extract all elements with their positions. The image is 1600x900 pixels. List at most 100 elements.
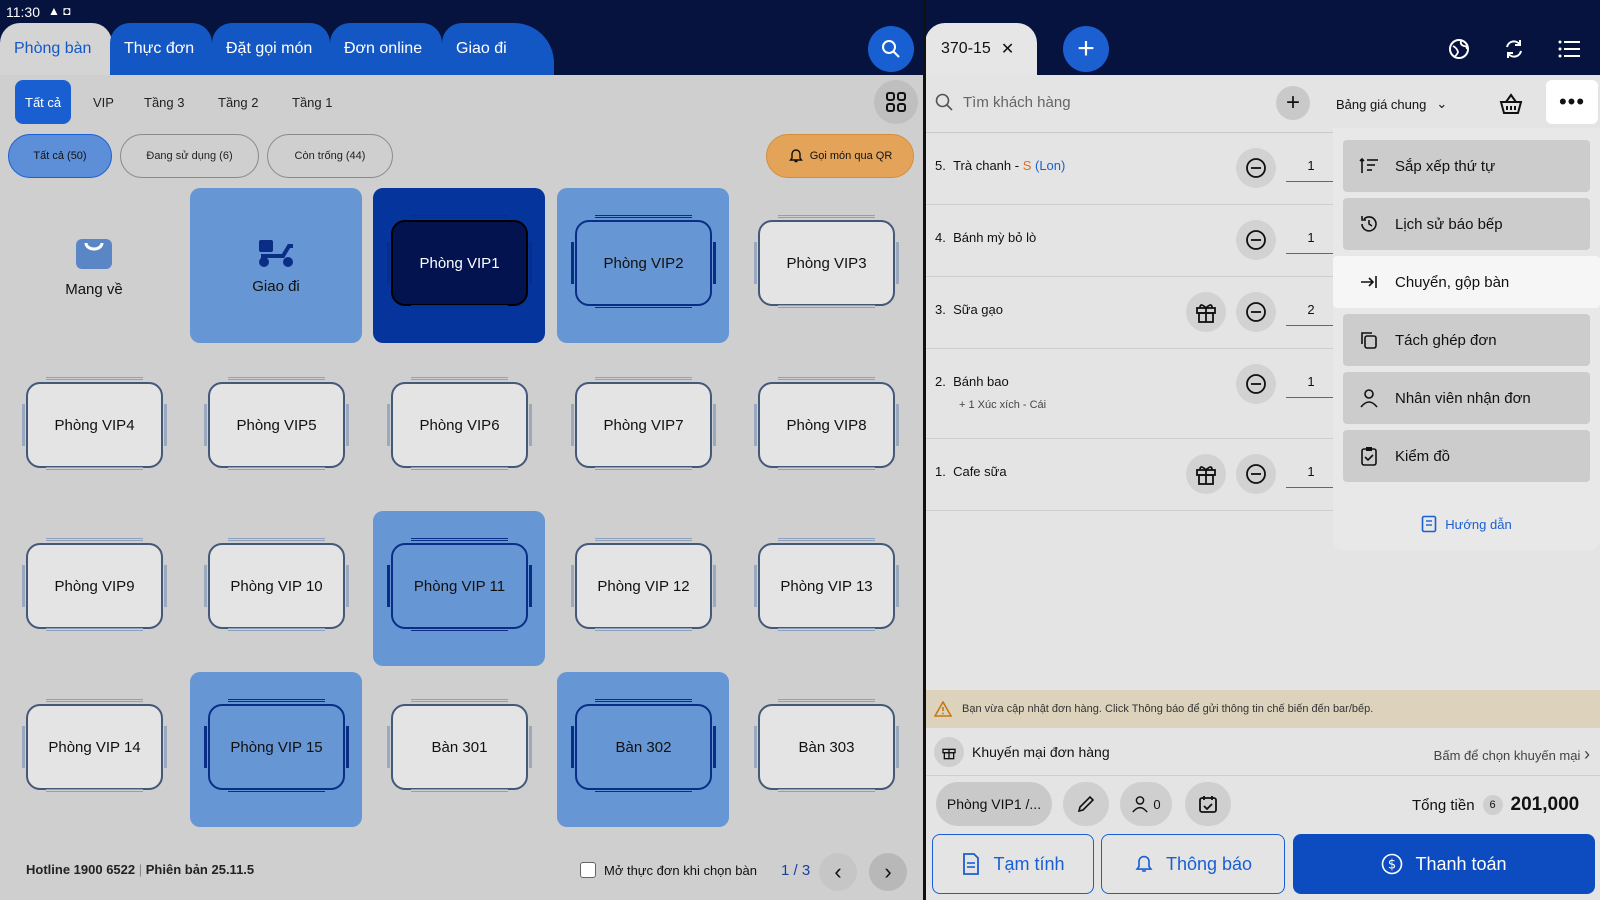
tab-dat-goi-mon[interactable]: Đặt gọi món <box>212 23 330 75</box>
floor-tab-tang-2[interactable]: Tầng 2 <box>208 80 268 124</box>
basket-button[interactable] <box>1491 84 1531 124</box>
menu-item-staff[interactable]: Nhân viên nhận đơn <box>1343 372 1590 424</box>
item-qty[interactable]: 1 <box>1286 464 1336 488</box>
filter-available[interactable]: Còn trống (44) <box>267 134 393 178</box>
history-icon <box>1361 216 1377 232</box>
search-button[interactable] <box>868 26 914 72</box>
table-phong-vip-13[interactable]: Phòng VIP 13 <box>740 511 912 666</box>
table-phong-vip3[interactable]: Phòng VIP3 <box>740 188 912 343</box>
status-time: 11:30 <box>6 4 40 20</box>
floor-tab-tang-3[interactable]: Tầng 3 <box>134 80 194 124</box>
table-phong-vip7[interactable]: Phòng VIP7 <box>557 350 729 505</box>
order-item[interactable]: 3. Sữa gạo 2 <box>926 277 1336 349</box>
notify-button[interactable]: Thông báo <box>1101 834 1285 894</box>
customer-search-placeholder: Tìm khách hàng <box>963 93 1071 111</box>
table-phong-vip9[interactable]: Phòng VIP9 <box>8 511 180 666</box>
item-qty[interactable]: 2 <box>1286 302 1336 326</box>
guest-count-button[interactable]: 0 <box>1120 782 1172 826</box>
table-phong-vip-10[interactable]: Phòng VIP 10 <box>190 511 362 666</box>
order-tab[interactable]: 370-15 ✕ <box>925 23 1037 75</box>
gift-button[interactable] <box>1186 292 1226 332</box>
provisional-button[interactable]: Tạm tính <box>932 834 1094 894</box>
tab-thuc-don[interactable]: Thực đơn <box>110 23 212 75</box>
sync-icon[interactable] <box>1501 36 1527 62</box>
table-phong-vip-15[interactable]: Phòng VIP 15 <box>190 672 362 827</box>
table-name: Phòng VIP 12 <box>597 577 690 595</box>
table-phong-vip6[interactable]: Phòng VIP6 <box>373 350 545 505</box>
shopping-bag-icon <box>76 239 112 269</box>
table-phong-vip-12[interactable]: Phòng VIP 12 <box>557 511 729 666</box>
table-name: Phòng VIP 11 <box>413 577 506 595</box>
order-item[interactable]: 1. Cafe sữa 1 <box>926 439 1336 511</box>
tab-giao-di[interactable]: Giao đi <box>442 23 554 75</box>
customer-search[interactable]: Tìm khách hàng <box>935 93 1071 111</box>
gift-icon <box>1196 466 1216 485</box>
table-phong-vip8[interactable]: Phòng VIP8 <box>740 350 912 505</box>
close-icon[interactable]: ✕ <box>1001 39 1014 59</box>
order-item[interactable]: 5. Trà chanh - S (Lon) 1 <box>926 133 1336 205</box>
grid-view-button[interactable] <box>874 80 918 124</box>
more-options-button[interactable]: ••• <box>1546 80 1598 124</box>
item-qty[interactable]: 1 <box>1286 374 1336 398</box>
order-promotion[interactable]: Khuyến mại đơn hàng Bấm để chọn khuyến m… <box>926 728 1600 776</box>
menu-item-sort[interactable]: Sắp xếp thứ tự <box>1343 140 1590 192</box>
table-phong-vip2[interactable]: Phòng VIP2 <box>557 188 729 343</box>
floor-tab-all[interactable]: Tất cả <box>15 80 72 124</box>
tab-don-online[interactable]: Đơn online <box>330 23 442 75</box>
decrease-button[interactable] <box>1236 454 1276 494</box>
more-icon: ••• <box>1558 89 1586 114</box>
warning-banner[interactable]: Bạn vừa cập nhật đơn hàng. Click Thông b… <box>926 690 1600 728</box>
decrease-button[interactable] <box>1236 292 1276 332</box>
guest-count: 0 <box>1153 796 1161 812</box>
menu-item-kitchen-history[interactable]: Lịch sử báo bếp <box>1343 198 1590 250</box>
qr-order-button[interactable]: Gọi món qua QR <box>766 134 914 178</box>
table-name: Phòng VIP 10 <box>230 577 323 595</box>
menu-item-split-merge-order[interactable]: Tách ghép đơn <box>1343 314 1590 366</box>
table-phong-vip-11[interactable]: Phòng VIP 11 <box>373 511 545 666</box>
menu-item-move-merge-table[interactable]: Chuyển, gộp bàn <box>1333 256 1600 308</box>
add-customer-button[interactable]: + <box>1276 86 1310 120</box>
menu-item-check-items[interactable]: Kiểm đồ <box>1343 430 1590 482</box>
next-page-button[interactable]: › <box>869 853 907 891</box>
table-ban-303[interactable]: Bàn 303 <box>740 672 912 827</box>
menu-item-label: Sắp xếp thứ tự <box>1395 157 1496 175</box>
table-phong-vip1[interactable]: Phòng VIP1 <box>373 188 545 343</box>
current-table-chip[interactable]: Phòng VIP1 /... <box>936 782 1052 826</box>
table-ban-302[interactable]: Bàn 302 <box>557 672 729 827</box>
pay-button[interactable]: $ Thanh toán <box>1293 834 1595 894</box>
item-qty[interactable]: 1 <box>1286 230 1336 254</box>
decrease-button[interactable] <box>1236 364 1276 404</box>
table-delivery[interactable]: Giao đi <box>190 188 362 343</box>
guide-label: Hướng dẫn <box>1445 516 1512 532</box>
filter-in-use[interactable]: Đang sử dụng (6) <box>120 134 259 178</box>
decrease-button[interactable] <box>1236 220 1276 260</box>
item-qty[interactable]: 1 <box>1286 158 1336 182</box>
item-name: Trà chanh <box>953 158 1012 173</box>
schedule-button[interactable] <box>1185 782 1231 826</box>
table-phong-vip4[interactable]: Phòng VIP4 <box>8 350 180 505</box>
list-menu-icon[interactable] <box>1556 36 1582 62</box>
table-takeaway[interactable]: Mang về <box>8 188 180 343</box>
table-phong-vip-14[interactable]: Phòng VIP 14 <box>8 672 180 827</box>
table-phong-vip5[interactable]: Phòng VIP5 <box>190 350 362 505</box>
edit-note-button[interactable] <box>1063 782 1109 826</box>
table-name: Giao đi <box>252 278 300 295</box>
table-ban-301[interactable]: Bàn 301 <box>373 672 545 827</box>
open-menu-toggle[interactable]: Mở thực đơn khi chọn bàn <box>580 862 757 878</box>
order-item[interactable]: 2. Bánh bao + 1 Xúc xích - Cái 1 <box>926 349 1336 439</box>
order-item[interactable]: 4. Bánh mỳ bỏ lò 1 <box>926 205 1336 277</box>
prev-page-button[interactable]: ‹ <box>819 853 857 891</box>
table-name: Phòng VIP4 <box>54 416 135 434</box>
decrease-button[interactable] <box>1236 148 1276 188</box>
checkbox[interactable] <box>580 862 596 878</box>
add-order-button[interactable]: + <box>1063 26 1109 72</box>
filter-all[interactable]: Tất cả (50) <box>8 134 112 178</box>
floor-tab-tang-1[interactable]: Tầng 1 <box>282 80 342 124</box>
price-list-select[interactable]: Bảng giá chung ⌄ <box>1336 96 1447 112</box>
tab-phong-ban[interactable]: Phòng bàn <box>0 23 112 75</box>
gift-button[interactable] <box>1186 454 1226 494</box>
guide-link[interactable]: Hướng dẫn <box>1333 515 1600 533</box>
floor-tab-vip[interactable]: VIP <box>83 80 124 124</box>
promo-hint[interactable]: Bấm để chọn khuyến mại › <box>1434 744 1590 765</box>
globe-icon[interactable] <box>1446 36 1472 62</box>
